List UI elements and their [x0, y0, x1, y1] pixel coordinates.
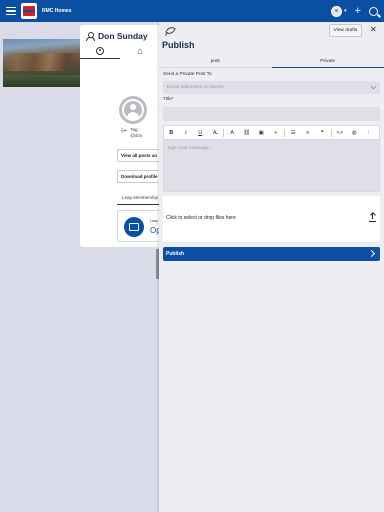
editor-placeholder: type your message...: [168, 146, 213, 151]
tag-icon: ⌲: [121, 126, 128, 135]
bullet-list-icon[interactable]: ☰: [286, 126, 301, 140]
tab-profile[interactable]: [80, 44, 120, 59]
chevron-right-icon: [367, 249, 376, 258]
menu-icon[interactable]: [6, 6, 16, 16]
publish-panel: Publish View drafts ✕ post Private Send …: [159, 22, 384, 512]
message-editor[interactable]: type your message...: [163, 139, 380, 192]
app-title: RMC Homes: [42, 8, 72, 14]
toolbar-divider: [330, 128, 332, 137]
view-all-posts-button[interactable]: View all posts an: [117, 149, 163, 162]
download-profile-button[interactable]: Download profile: [117, 170, 163, 183]
quote-icon[interactable]: ❝: [315, 126, 330, 140]
feather-icon: [165, 26, 173, 35]
tag-row: ⌲ Tag @don: [121, 127, 142, 139]
upload-icon: [369, 213, 376, 221]
publish-button[interactable]: Publish: [163, 247, 380, 261]
leap-membership-card[interactable]: Leap Op: [117, 210, 163, 242]
italic-icon[interactable]: I: [179, 126, 194, 140]
plus-icon[interactable]: +: [355, 5, 361, 17]
profile-handle: @don: [130, 133, 143, 138]
chevron-down-icon[interactable]: ▾: [344, 8, 347, 14]
dropzone-text: Click to select or drop files here: [166, 215, 236, 221]
leap-icon: [124, 217, 144, 237]
image-icon[interactable]: ▣: [254, 126, 269, 140]
bold-icon[interactable]: B: [164, 126, 179, 140]
post-to-label: Send a Private Post To: [163, 72, 212, 77]
globe-icon[interactable]: ◍: [347, 126, 362, 140]
chevron-down-icon: [370, 83, 377, 90]
tab-private[interactable]: Private: [271, 56, 384, 68]
app-header: RMC Homes ▾ +: [0, 0, 384, 22]
tab-home[interactable]: ⌂: [120, 44, 160, 59]
profile-tabs: ⌂: [80, 44, 160, 59]
insert-more-icon[interactable]: +: [269, 126, 284, 140]
visibility-tabs: post Private: [159, 56, 384, 68]
tab-post[interactable]: post: [159, 56, 272, 68]
upload-icon-base: [369, 221, 376, 222]
user-icon: [86, 32, 95, 41]
toolbar-divider: [284, 128, 285, 137]
profile-name: Don Sunday: [98, 31, 148, 41]
search-icon[interactable]: [369, 6, 378, 16]
numbered-list-icon[interactable]: ≡: [301, 126, 316, 140]
leap-label: Leap: [150, 219, 158, 223]
publish-button-label: Publish: [166, 251, 185, 257]
toolbar-divider: [223, 128, 224, 137]
panel-title: Publish: [162, 40, 195, 50]
recipients-select[interactable]: Email addresses or names: [163, 81, 380, 94]
brand-logo[interactable]: [21, 3, 37, 19]
code-icon[interactable]: <>: [333, 126, 348, 140]
strikethrough-icon[interactable]: A̶: [208, 126, 223, 140]
home-icon: ⌂: [137, 46, 143, 56]
editor-toolbar: B I U A̶ A ⛓ ▣ + ☰ ≡ ❝ <> ◍ ⋮: [163, 125, 380, 139]
recipients-placeholder: Email addresses or names: [167, 85, 224, 90]
user-avatar[interactable]: [331, 5, 343, 17]
underline-icon[interactable]: U: [193, 126, 208, 140]
view-drafts-button[interactable]: View drafts: [329, 24, 362, 37]
link-icon[interactable]: ⛓: [240, 126, 255, 140]
more-options-icon[interactable]: ⋮: [362, 126, 377, 140]
title-input[interactable]: [163, 107, 380, 121]
tab-leap-membership[interactable]: Leap Membership: [117, 192, 163, 205]
title-label: Title*: [163, 97, 174, 102]
close-icon[interactable]: ✕: [370, 26, 377, 34]
file-dropzone[interactable]: Click to select or drop files here: [163, 196, 380, 242]
profile-avatar[interactable]: [117, 94, 149, 126]
profile-icon: [96, 47, 104, 55]
cover-photo: [3, 39, 80, 87]
font-size-icon[interactable]: A: [225, 126, 240, 140]
